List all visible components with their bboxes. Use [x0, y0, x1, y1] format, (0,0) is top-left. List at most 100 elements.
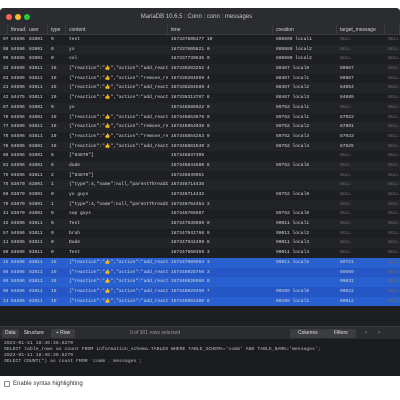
table-cell[interactable]: 83811: [26, 93, 48, 103]
table-cell[interactable]: 167346586022 0: [168, 103, 273, 113]
table-cell[interactable]: 84596: [8, 132, 26, 142]
table-cell[interactable]: 89687: [337, 74, 385, 84]
table-cell[interactable]: 0: [48, 190, 66, 200]
table-cell[interactable]: 83811: [26, 258, 48, 268]
table-cell[interactable]: 83801: [26, 113, 48, 123]
table-cell[interactable]: 19: [48, 83, 66, 93]
table-cell[interactable]: yo: [66, 103, 168, 113]
table-cell[interactable]: 167346854038 9: [168, 122, 273, 132]
table-cell[interactable]: ["83870"]: [66, 171, 168, 181]
table-cell[interactable]: NULL: [385, 209, 400, 219]
table-cell[interactable]: 167347989894 3: [168, 258, 273, 268]
table-cell[interactable]: 167347942499 8: [168, 238, 273, 248]
table-cell[interactable]: 167346854263 9: [168, 132, 273, 142]
table-cell[interactable]: NULL: [337, 161, 385, 171]
table-cell[interactable]: 84596: [8, 287, 26, 297]
table-cell[interactable]: 84689: [337, 93, 385, 103]
table-row[interactable]: 78 84596 83801 19 {"reaction":"👍","action":"…: [0, 141, 400, 152]
table-cell[interactable]: 19: [48, 64, 66, 74]
chevron-right-icon[interactable]: ›: [378, 330, 380, 336]
table-cell[interactable]: 0: [48, 161, 66, 171]
table-cell[interactable]: 99: [0, 54, 8, 64]
table-cell[interactable]: 90012: [337, 297, 385, 307]
table-row[interactable]: 42 84475 83811 19 {"reaction":"👍","action":"…: [0, 93, 400, 103]
table-cell[interactable]: 69: [0, 277, 8, 287]
table-cell[interactable]: 89752 local0: [273, 209, 337, 219]
table-cell[interactable]: NULL: [385, 93, 400, 103]
table-cell[interactable]: NULL: [385, 35, 400, 45]
table-cell[interactable]: 2: [48, 171, 66, 181]
table-cell[interactable]: Dude: [66, 238, 168, 248]
table-cell[interactable]: 84596: [8, 103, 26, 113]
table-row[interactable]: 88 84596 83801 6 ["83870"] 167346837305 NULL NU…: [0, 151, 400, 161]
table-cell[interactable]: 0: [48, 238, 66, 248]
table-cell[interactable]: 89667: [337, 64, 385, 74]
add-row-button[interactable]: + Row: [50, 328, 76, 338]
table-cell[interactable]: NULL: [385, 132, 400, 142]
table-cell[interactable]: 90011 local3: [273, 238, 337, 248]
table-cell[interactable]: {"type":4,"name":null,"parentThreadID":"…: [66, 180, 168, 190]
table-cell[interactable]: NULL: [385, 103, 400, 113]
table-cell[interactable]: 0: [48, 219, 66, 229]
minimize-window-icon[interactable]: [15, 13, 21, 20]
table-cell[interactable]: Test: [66, 219, 168, 229]
table-cell[interactable]: 0: [48, 54, 66, 64]
column-header[interactable]: [0, 25, 8, 34]
table-cell[interactable]: 83801: [26, 209, 48, 219]
table-cell[interactable]: 83801: [26, 190, 48, 200]
table-row[interactable]: 16 84596 83811 19 {"reaction":"👍","action":"…: [0, 257, 400, 268]
table-cell[interactable]: 83811: [26, 238, 48, 248]
table-cell[interactable]: 89869: [337, 268, 385, 278]
table-cell[interactable]: 83811: [26, 287, 48, 297]
table-cell[interactable]: 83811: [26, 297, 48, 307]
table-cell[interactable]: 19: [48, 142, 66, 152]
table-cell[interactable]: 6: [48, 151, 66, 161]
table-cell[interactable]: 83801: [26, 161, 48, 171]
table-row[interactable]: 78 84596 83801 19 {"reaction":"👍","action":"…: [0, 113, 400, 123]
table-row[interactable]: 83 84596 83811 19 {"reaction":"👍","action":"…: [0, 74, 400, 84]
table-row[interactable]: 97 84596 83801 0 test 167337605477 10 605699 l…: [0, 35, 400, 45]
table-cell[interactable]: 88467 local3: [273, 93, 337, 103]
table-cell[interactable]: 83811: [26, 248, 48, 258]
table-cell[interactable]: 88: [0, 151, 8, 161]
table-cell[interactable]: NULL: [385, 74, 400, 84]
table-cell[interactable]: NULL: [385, 54, 400, 64]
table-cell[interactable]: 83670: [8, 200, 26, 210]
table-cell[interactable]: 83801: [26, 151, 48, 161]
table-row[interactable]: 11 84596 83811 0 Dude 167347942499 8 90011 loc…: [0, 238, 400, 249]
table-cell[interactable]: 86: [0, 248, 8, 258]
table-row[interactable]: 81 84596 83801 0 dude 167346844880 6 89752 loc…: [0, 160, 400, 171]
table-cell[interactable]: NULL: [385, 238, 400, 248]
table-cell[interactable]: 167347939899 0: [168, 219, 273, 229]
table-cell[interactable]: 84596: [8, 151, 26, 161]
table-cell[interactable]: NULL: [385, 113, 400, 123]
zoom-window-icon[interactable]: [24, 13, 30, 20]
table-cell[interactable]: 69: [0, 190, 8, 200]
table-cell[interactable]: ["83870"]: [66, 151, 168, 161]
table-row[interactable]: 21 84596 83811 19 {"reaction":"👍","action":"…: [0, 83, 400, 94]
table-cell[interactable]: 167338284589 4: [168, 83, 273, 93]
table-cell[interactable]: 83811: [26, 171, 48, 181]
table-cell[interactable]: 0: [48, 229, 66, 239]
table-cell[interactable]: 83801: [26, 54, 48, 64]
table-cell[interactable]: NULL: [337, 190, 385, 200]
table-cell[interactable]: 97: [0, 35, 8, 45]
table-cell[interactable]: 77: [0, 122, 8, 132]
table-cell[interactable]: 167347960359 3: [168, 248, 273, 258]
table-cell[interactable]: 87891: [337, 122, 385, 132]
table-cell[interactable]: NULL: [385, 151, 400, 161]
table-cell[interactable]: {"reaction":"👍","action":"add_reaction"}: [66, 83, 168, 93]
table-cell[interactable]: 16: [0, 258, 8, 268]
table-row[interactable]: 14 84596 83811 19 {"reaction":"👍","action":"…: [0, 296, 400, 307]
table-cell[interactable]: 42: [0, 219, 8, 229]
table-cell[interactable]: NULL: [337, 200, 385, 210]
column-header-content[interactable]: content: [66, 25, 168, 34]
table-cell[interactable]: 84596: [8, 83, 26, 93]
table-cell[interactable]: 167337605477 10: [168, 35, 273, 45]
table-cell[interactable]: 05: [0, 287, 8, 297]
table-cell[interactable]: {"reaction":"👍","action":"add_reaction"}: [66, 93, 168, 103]
table-cell[interactable]: 89752 local1: [273, 103, 337, 113]
table-row[interactable]: 88 84596 83811 19 {"reaction":"👍","action":"…: [0, 267, 400, 278]
table-cell[interactable]: [273, 200, 337, 210]
table-cell[interactable]: 19: [48, 268, 66, 278]
